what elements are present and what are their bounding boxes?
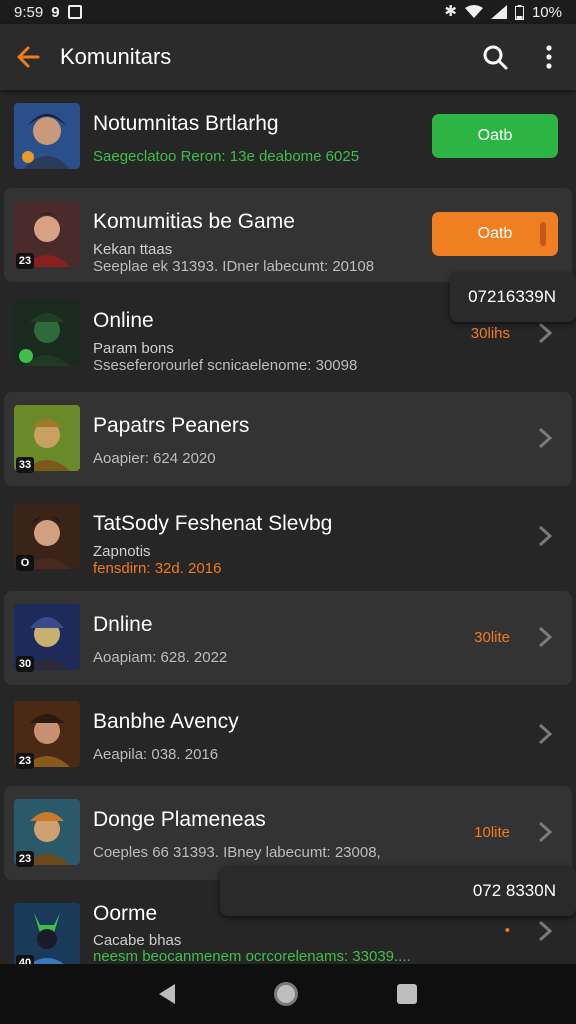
search-button[interactable] <box>468 24 522 90</box>
item-details: neesm beocanmenem ocrcorelenams: 33039..… <box>93 948 411 964</box>
signal-icon <box>490 5 507 19</box>
nav-home-icon[interactable] <box>273 982 298 1006</box>
item-subtitle: Param bons <box>93 340 174 357</box>
list-item[interactable]: Notumnitas Brtlarhg Saegeclatoo Reron: 1… <box>4 90 572 184</box>
community-list: Notumnitas Brtlarhg Saegeclatoo Reron: 1… <box>0 90 576 964</box>
item-details: Aeapila: 038. 2016 <box>93 746 219 763</box>
level-badge: O <box>16 555 34 571</box>
item-details: Seeplae ek 31393. IDner labecumt: 20108 <box>93 258 375 275</box>
item-status: 10lite <box>474 824 510 841</box>
item-subtitle: Kekan ttaas <box>93 241 173 258</box>
item-details: Aoapier: 624 2020 <box>93 450 216 467</box>
bluetooth-icon: ✱ <box>444 3 457 20</box>
chevron-right-icon[interactable] <box>536 624 554 650</box>
item-status: 30lite <box>474 629 510 646</box>
arrow-left-icon <box>17 46 40 68</box>
item-name: Notumnitas Brtlarhg <box>93 112 279 135</box>
button-label: Oatb <box>477 127 513 144</box>
system-nav-bar <box>0 964 576 1024</box>
level-badge: 40 <box>16 955 34 964</box>
item-subtitle: Zapnotis <box>93 543 151 560</box>
item-details: Sseseferorourlef scnicaelenome: 30098 <box>93 357 358 374</box>
list-item[interactable]: 23 Komumitias be Game Kekan ttaas Seepla… <box>4 188 572 282</box>
item-details: Aoapiam: 628. 2022 <box>93 649 228 666</box>
level-badge: 23 <box>16 253 34 269</box>
more-button[interactable] <box>522 24 576 90</box>
item-name: Papatrs Peaners <box>93 414 250 437</box>
item-action-button[interactable]: Oatb <box>432 114 558 158</box>
item-name: Donge Plameneas <box>93 808 266 831</box>
app-bar: Komunitars <box>0 24 576 90</box>
level-badge: 30 <box>16 656 34 672</box>
page-title: Komunitars <box>60 44 172 69</box>
item-action-button[interactable]: Oatb <box>432 212 558 256</box>
item-status: • <box>504 922 510 939</box>
floating-tooltip: 072 8330N <box>220 866 576 916</box>
level-badge: 33 <box>16 457 34 473</box>
list-item[interactable]: 33 Papatrs Peaners Aoapier: 624 2020 <box>4 392 572 486</box>
battery-percent: 10% <box>531 3 562 21</box>
nav-recents-icon[interactable] <box>396 984 417 1004</box>
item-name: Online <box>93 309 154 332</box>
item-name: Dnline <box>93 613 153 636</box>
search-icon <box>483 45 508 70</box>
battery-icon <box>514 4 524 20</box>
wifi-icon <box>464 5 483 18</box>
chevron-right-icon[interactable] <box>536 425 554 451</box>
item-details: Saegeclatoo Reron: 13e deabome 6025 <box>93 148 360 165</box>
status-time: 9:59 <box>14 3 44 21</box>
button-pill-icon <box>540 222 546 246</box>
more-vertical-icon <box>546 45 552 69</box>
item-details: Coeples 66 31393. IBney labecumt: 23008, <box>93 844 381 861</box>
button-label: Oatb <box>477 225 513 242</box>
chevron-right-icon[interactable] <box>536 918 554 944</box>
chevron-right-icon[interactable] <box>536 320 554 346</box>
chevron-right-icon[interactable] <box>536 721 554 747</box>
list-item[interactable]: O TatSody Feshenat Slevbg Zapnotis fensd… <box>4 490 572 584</box>
chevron-right-icon[interactable] <box>536 819 554 845</box>
list-item[interactable]: 30 Dnline Aoapiam: 628. 2022 30lite <box>4 591 572 685</box>
item-name: Komumitias be Game <box>93 210 295 233</box>
status-left-glyph: 9 <box>51 3 60 21</box>
item-name: Banbhe Avency <box>93 710 239 733</box>
level-badge: 23 <box>16 851 34 867</box>
floating-tooltip: 07216339N <box>450 272 576 322</box>
notification-icon <box>67 5 82 19</box>
chevron-right-icon[interactable] <box>536 523 554 549</box>
status-bar: 9:59 9 ✱ 10% <box>0 0 576 24</box>
avatar <box>14 103 80 169</box>
item-name: Oorme <box>93 902 158 925</box>
nav-back-icon[interactable] <box>159 984 176 1004</box>
back-button[interactable] <box>0 24 56 90</box>
item-subtitle: Cacabe bhas <box>93 932 182 949</box>
item-details: fensdirn: 32d. 2016 <box>93 560 222 577</box>
item-name: TatSody Feshenat Slevbg <box>93 512 333 535</box>
avatar <box>14 300 80 366</box>
item-status: 30lihs <box>470 325 510 342</box>
list-item[interactable]: 23 Banbhe Avency Aeapila: 038. 2016 <box>4 688 572 782</box>
tooltip-text: 07216339N <box>468 287 556 306</box>
tooltip-text: 072 8330N <box>472 881 556 900</box>
level-badge: 23 <box>16 753 34 769</box>
